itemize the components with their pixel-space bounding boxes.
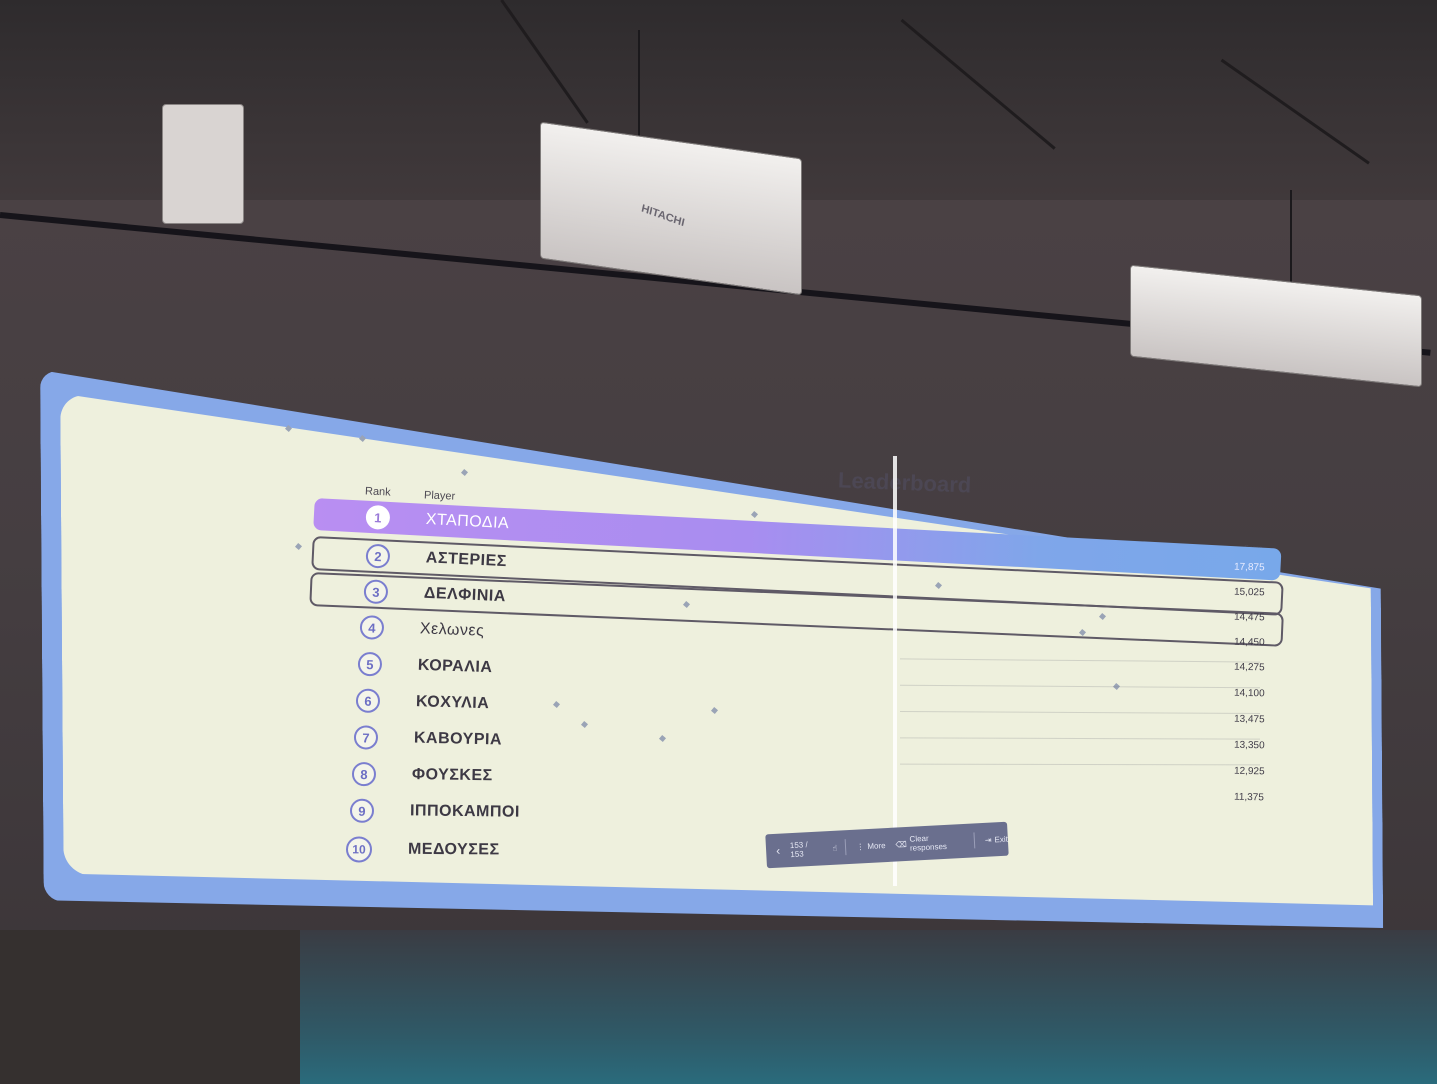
clear-responses-button[interactable]: ⌫ Clear responses — [895, 832, 966, 854]
previous-slide-button[interactable]: ‹ — [776, 844, 781, 858]
cable — [638, 30, 640, 140]
rank-badge: 10 — [345, 836, 373, 863]
player-score: 14,475 — [1233, 611, 1265, 624]
clear-responses-label: Clear responses — [909, 833, 948, 853]
toolbar-divider — [973, 832, 976, 849]
rank-badge: 5 — [357, 651, 383, 677]
more-label: More — [867, 840, 886, 851]
leaderboard-title: Leaderboard — [837, 467, 972, 498]
cable — [1290, 190, 1292, 290]
player-score: 17,875 — [1233, 561, 1265, 574]
player-column-header: Player — [423, 489, 456, 503]
player-score: 15,025 — [1233, 586, 1265, 599]
toolbar-divider — [844, 839, 847, 856]
exit-button[interactable]: ⇥ Exit — [985, 834, 1008, 844]
player-name: ΚΟΡΑΛΙΑ — [417, 656, 493, 677]
slide-counter: 153 / 153 — [789, 840, 808, 860]
rank-badge: 4 — [359, 615, 385, 640]
exit-icon: ⇥ — [984, 835, 992, 845]
more-vertical-icon: ⋮ — [856, 841, 865, 852]
rank-badge: 2 — [365, 543, 391, 569]
rank-badge: 6 — [355, 688, 381, 714]
rank-badge: 7 — [353, 725, 379, 750]
player-score: 14,100 — [1233, 687, 1265, 700]
player-name: Χελωνες — [419, 620, 485, 640]
rank-badge: 1 — [365, 504, 391, 530]
player-name: ΦΟΥΣΚΕΣ — [411, 765, 493, 785]
player-score: 11,375 — [1233, 791, 1264, 804]
player-name: ΔΕΛΦΙΝΙΑ — [423, 584, 507, 606]
projector-brand: HITACHI — [640, 202, 686, 230]
projector-seam — [893, 456, 897, 886]
wall-speaker — [162, 104, 244, 224]
clear-icon: ⌫ — [895, 839, 908, 850]
exit-label: Exit — [994, 834, 1009, 844]
player-name: ΚΑΒΟΥΡΙΑ — [413, 729, 503, 749]
player-name: ΙΠΠΟΚΑΜΠΟΙ — [409, 802, 520, 821]
rank-badge: 9 — [349, 798, 375, 823]
chevron-left-icon: ‹ — [775, 843, 781, 858]
player-name: ΑΣΤΕΡΙΕΣ — [425, 549, 508, 571]
player-score: 13,350 — [1233, 739, 1265, 752]
more-button[interactable]: ⋮ More — [856, 841, 886, 852]
player-score: 14,450 — [1233, 636, 1265, 649]
player-name: ΚΟΧΥΛΙΑ — [415, 693, 490, 713]
player-name: ΧΤΑΠΟΔΙΑ — [425, 510, 510, 533]
rank-badge: 3 — [363, 579, 389, 605]
player-score: 12,925 — [1233, 765, 1265, 778]
player-score: 13,475 — [1233, 713, 1265, 726]
hand-pointer-icon: ☝ — [832, 843, 838, 853]
player-name: ΜΕΔΟΥΣΕΣ — [407, 840, 500, 859]
player-score: 14,275 — [1233, 661, 1265, 674]
rank-column-header: Rank — [364, 485, 391, 499]
rank-badge: 8 — [351, 761, 377, 787]
